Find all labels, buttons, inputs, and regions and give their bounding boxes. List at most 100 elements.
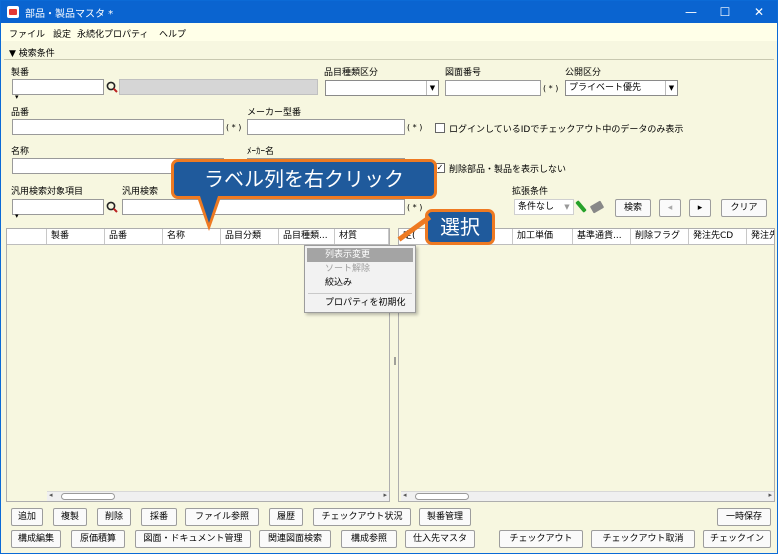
column-context-menu: 列表示変更 ソート解除 絞込み プロパティを初期化 — [304, 245, 416, 313]
hanyo-search-label: 汎用検索 — [122, 187, 159, 197]
col-hinmoku-bunrui[interactable]: 品目分類 — [221, 229, 279, 244]
hinmoku-shurui-label: 品目種類区分 — [324, 68, 379, 78]
callout-select: 選択 — [425, 209, 495, 245]
col-seiban[interactable]: 製番 — [47, 229, 105, 244]
zumen-bango-input[interactable] — [445, 80, 541, 96]
col-sakujo-flag[interactable]: 削除フラグ — [631, 229, 689, 244]
edit-condition-icon[interactable] — [575, 200, 587, 213]
login-checkout-checkbox[interactable] — [435, 123, 445, 133]
scroll-right-icon[interactable]: ▸ — [383, 491, 387, 499]
callout-right-click: ラベル列を右クリック — [171, 159, 437, 199]
scroll-thumb[interactable] — [415, 493, 469, 500]
seiban-name-display — [119, 79, 318, 95]
hanyo-target-label: 汎用検索対象項目 — [11, 187, 84, 197]
drawing-document-button[interactable]: 図面・ドキュメント管理 — [135, 530, 251, 548]
menu-file[interactable]: ファイル — [9, 27, 45, 40]
structure-reference-button[interactable]: 構成参照 — [341, 530, 397, 548]
history-button[interactable]: 履歴 — [269, 508, 303, 526]
hanyo-search-input[interactable] — [122, 199, 405, 215]
scroll-right-icon[interactable]: ▸ — [768, 491, 772, 499]
app-window: 部品・製品マスタ * — ☐ ✕ ファイル 設定 永続化プロパティ ヘルプ ▼ … — [0, 0, 778, 554]
cost-estimate-button[interactable]: 原価積算 — [71, 530, 125, 548]
menu-clear-sort[interactable]: ソート解除 — [307, 262, 413, 276]
splitter-handle[interactable]: ‖ — [393, 356, 397, 365]
menu-bar: ファイル 設定 永続化プロパティ ヘルプ — [1, 23, 777, 41]
hanyo-target-input[interactable] — [12, 199, 104, 215]
seiban-input[interactable] — [12, 79, 104, 95]
checkout-cancel-button[interactable]: チェックアウト取消 — [591, 530, 695, 548]
zumen-bango-required: ( * ) — [543, 84, 559, 93]
zumen-bango-label: 図面番号 — [445, 68, 482, 78]
login-checkout-label: ログインしているIDでチェックアウト中のデータのみ表示 — [449, 125, 684, 135]
checkout-button[interactable]: チェックアウト — [499, 530, 583, 548]
title-bar: 部品・製品マスタ * — ☐ ✕ — [1, 1, 777, 23]
app-icon — [7, 6, 19, 18]
hanyo-search-required: ( * ) — [407, 203, 423, 212]
hinban-input[interactable] — [12, 119, 224, 135]
menu-settings[interactable]: 設定 — [53, 27, 71, 40]
right-results-grid[interactable]: 定( 加工単価 基準通貨... 削除フラグ 発注先CD 発注先 ◂ ▸ — [398, 228, 775, 502]
kokai-kubun-select[interactable]: プライベート優先 ▼ — [565, 80, 678, 96]
close-button[interactable]: ✕ — [742, 1, 776, 23]
related-drawing-search-button[interactable]: 関連図面検索 — [259, 530, 331, 548]
supplier-master-button[interactable]: 仕入先マスタ — [405, 530, 475, 548]
right-grid-scrollbar[interactable]: ◂ ▸ — [401, 491, 774, 501]
seiban-dropdown-icon[interactable]: ▾ — [15, 93, 19, 101]
kakucho-select[interactable]: 条件なし ▼ — [514, 199, 574, 215]
kokai-kubun-value: プライベート優先 — [569, 83, 642, 93]
temp-save-button[interactable]: 一時保存 — [717, 508, 771, 526]
seiban-label: 製番 — [11, 68, 30, 78]
col-hacchusaki[interactable]: 発注先 — [747, 229, 774, 244]
hinmoku-shurui-select[interactable]: ▼ — [325, 80, 439, 96]
hinban-required: ( * ) — [226, 123, 242, 132]
delete-button[interactable]: 削除 — [97, 508, 131, 526]
callout-tail-fill — [200, 196, 218, 223]
menu-reset-properties[interactable]: プロパティを初期化 — [307, 296, 413, 310]
menu-filter[interactable]: 絞込み — [307, 276, 413, 290]
menu-change-column-display[interactable]: 列表示変更 — [307, 248, 413, 262]
clear-button[interactable]: クリア — [721, 199, 767, 217]
checkin-button[interactable]: チェックイン — [703, 530, 771, 548]
search-button[interactable]: 検索 — [615, 199, 651, 217]
prev-button[interactable]: ◂ — [659, 199, 681, 217]
deleted-parts-label: 削除部品・製品を表示しない — [449, 165, 567, 175]
hanyo-target-search-icon[interactable] — [106, 201, 118, 213]
col-hinban[interactable]: 品番 — [105, 229, 163, 244]
col-kijun-tsuka[interactable]: 基準通貨... — [573, 229, 631, 244]
duplicate-button[interactable]: 複製 — [53, 508, 87, 526]
chevron-down-icon: ▼ — [665, 81, 677, 95]
maker-kataban-input[interactable] — [247, 119, 405, 135]
eraser-icon[interactable] — [589, 200, 605, 214]
kakucho-label: 拡張条件 — [512, 187, 549, 197]
add-button[interactable]: 追加 — [11, 508, 43, 526]
menu-help[interactable]: ヘルプ — [159, 27, 186, 40]
seiban-management-button[interactable]: 製番管理 — [419, 508, 471, 526]
col-zaishitsu[interactable]: 材質 — [335, 229, 389, 244]
maker-name-label: ﾒｰｶｰ名 — [247, 147, 275, 157]
checkout-status-button[interactable]: チェックアウト状況 — [313, 508, 411, 526]
seiban-search-icon[interactable] — [106, 81, 118, 93]
structure-edit-button[interactable]: 構成編集 — [11, 530, 61, 548]
menu-separator — [308, 293, 412, 294]
file-reference-button[interactable]: ファイル参照 — [185, 508, 259, 526]
hanyo-target-dropdown-icon[interactable]: ▾ — [15, 212, 19, 220]
scroll-left-icon[interactable]: ◂ — [49, 491, 53, 499]
next-button[interactable]: ▸ — [689, 199, 711, 217]
numbering-button[interactable]: 採番 — [141, 508, 177, 526]
minimize-button[interactable]: — — [674, 1, 708, 23]
scroll-left-icon[interactable]: ◂ — [403, 491, 407, 499]
chevron-down-icon: ▼ — [426, 81, 438, 95]
menu-persistent-properties[interactable]: 永続化プロパティ — [77, 27, 148, 40]
col-meisho[interactable]: 名称 — [163, 229, 221, 244]
left-grid-scrollbar[interactable]: ◂ ▸ — [47, 491, 389, 501]
maker-kataban-required: ( * ) — [407, 123, 423, 132]
col-kako-tanka[interactable]: 加工単価 — [513, 229, 573, 244]
scroll-thumb[interactable] — [61, 493, 115, 500]
col-hacchusaki-cd[interactable]: 発注先CD — [689, 229, 747, 244]
col-hinmoku-shurui[interactable]: 品目種類... — [279, 229, 335, 244]
kokai-kubun-label: 公開区分 — [565, 68, 602, 78]
maximize-button[interactable]: ☐ — [708, 1, 742, 23]
search-section-toggle[interactable]: ▼ 検索条件 — [9, 46, 55, 59]
left-grid-header: 製番 品番 名称 品目分類 品目種類... 材質 — [7, 229, 389, 245]
row-header-cell — [7, 229, 47, 244]
